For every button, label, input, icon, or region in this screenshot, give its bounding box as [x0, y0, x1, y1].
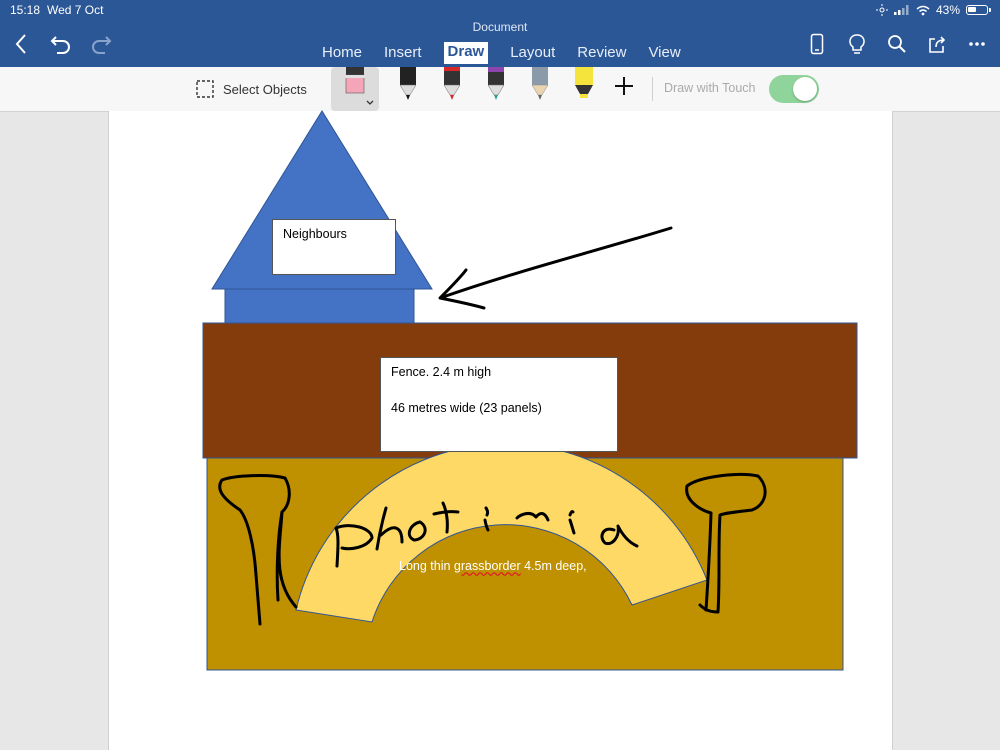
grass-prefix: Long thin [399, 559, 454, 573]
house-body[interactable] [224, 288, 415, 324]
fence-textbox[interactable]: Fence. 2.4 m high 46 metres wide (23 pan… [380, 357, 618, 452]
neighbours-textbox[interactable]: Neighbours [272, 219, 396, 275]
neighbours-label: Neighbours [283, 227, 347, 241]
fence-height-text: Fence. 2.4 m high [391, 365, 492, 379]
grass-suffix: 4.5m deep, [520, 559, 587, 573]
fence-width-text: 46 metres wide (23 panels) [391, 401, 542, 415]
grass-misspelled-word: grassborder [453, 559, 521, 573]
grass-border-text[interactable]: Long thin grassborder 4.5m deep, [399, 559, 587, 573]
ink-arrow[interactable] [438, 226, 673, 310]
